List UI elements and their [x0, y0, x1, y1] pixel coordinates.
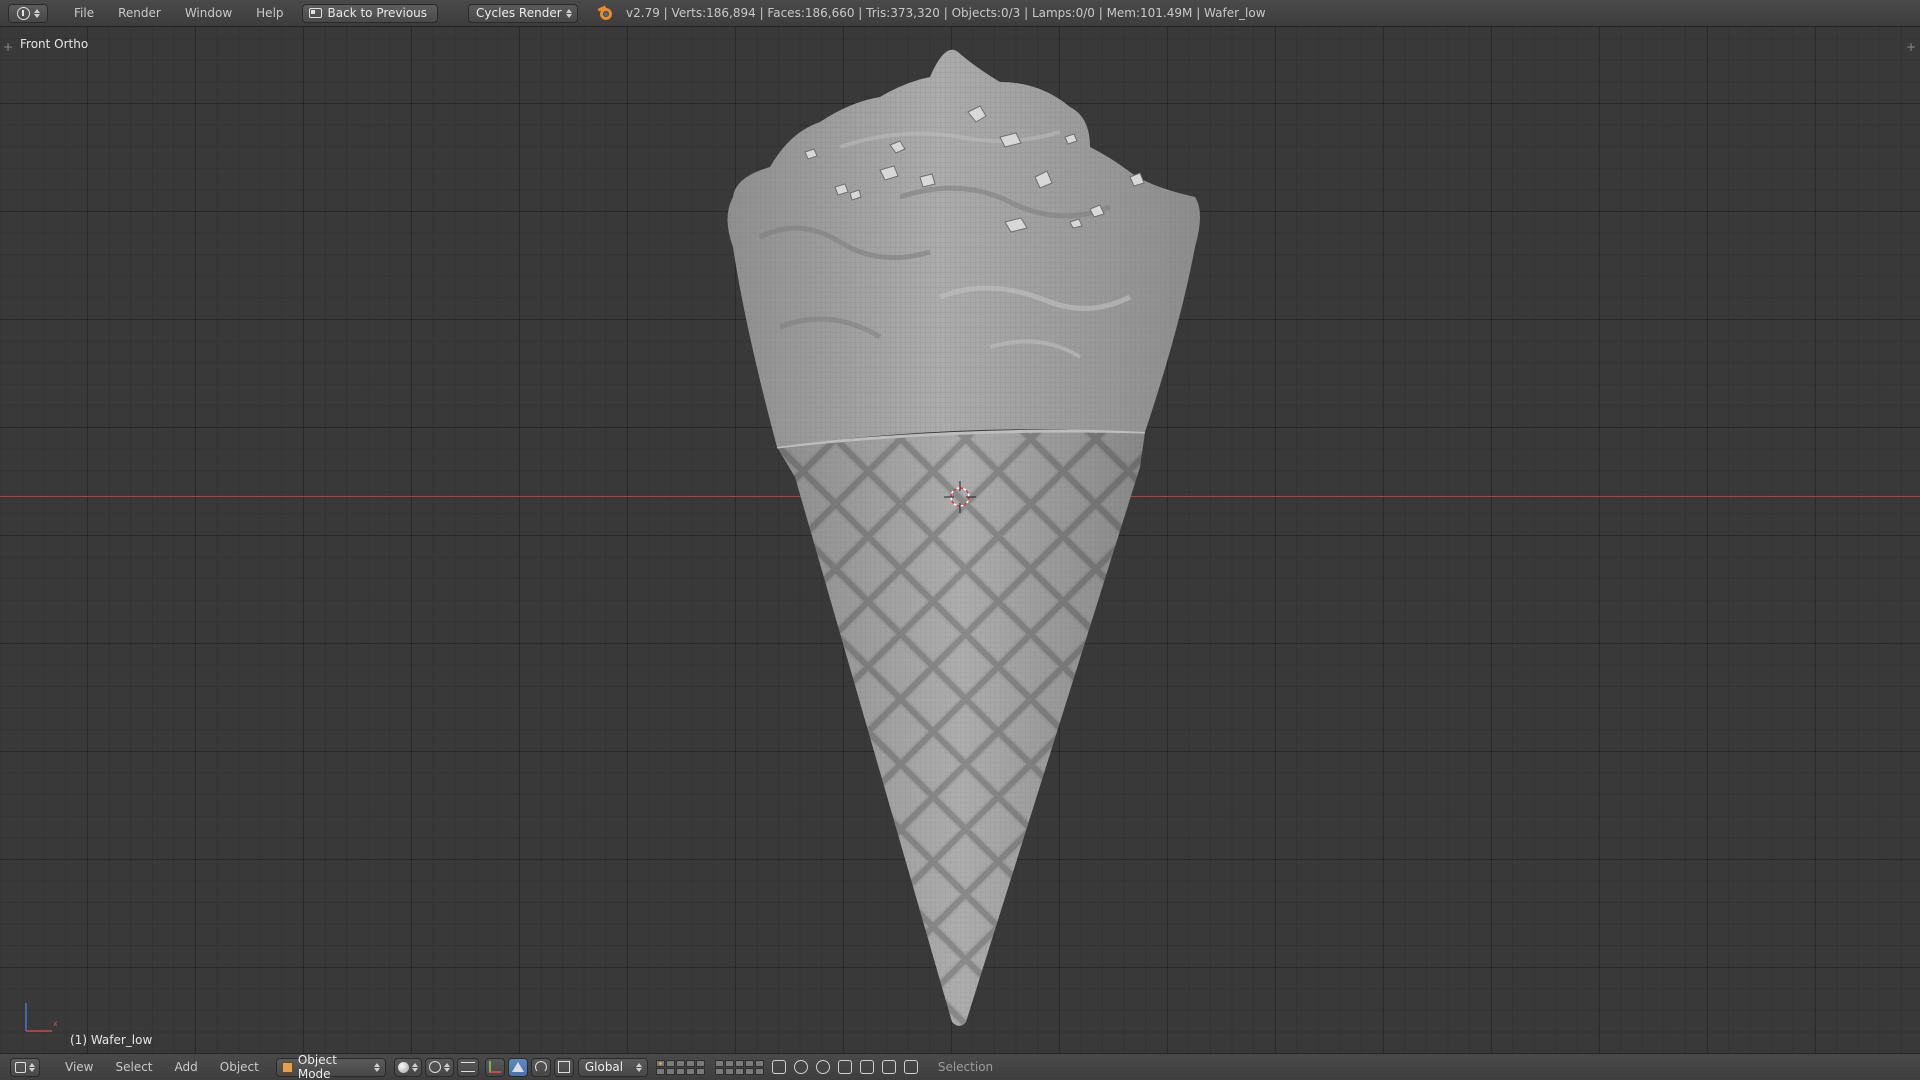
- info-header: File Render Window Help Back to Previous…: [0, 0, 1920, 27]
- pivot-point-select[interactable]: [424, 1057, 454, 1077]
- manipulator-icon: [488, 1061, 501, 1073]
- layer-block-1[interactable]: [655, 1059, 705, 1075]
- layer-buttons[interactable]: [655, 1059, 764, 1075]
- layer-block-2[interactable]: [714, 1059, 764, 1075]
- orientation-value: Global: [584, 1060, 624, 1074]
- rotate-icon: [534, 1061, 547, 1073]
- solid-shading-icon: [397, 1061, 409, 1073]
- viewport-shading-select[interactable]: [393, 1057, 422, 1077]
- manipulator-toggle[interactable]: [484, 1057, 505, 1077]
- lock-camera-icon[interactable]: [771, 1060, 786, 1074]
- view-menu-bar: View Select Add Object: [54, 1060, 270, 1074]
- updown-arrows-icon: [635, 1062, 642, 1072]
- render-engine-value: Cycles Render: [476, 6, 562, 20]
- updown-arrows-icon: [373, 1062, 380, 1072]
- scale-manipulator-button[interactable]: [553, 1057, 574, 1077]
- screen-back-icon: [308, 8, 322, 18]
- menu-render[interactable]: Render: [106, 6, 173, 20]
- updown-arrows-icon: [566, 8, 573, 18]
- menu-window[interactable]: Window: [173, 6, 244, 20]
- editor-type-selector[interactable]: [10, 1057, 40, 1077]
- interaction-mode-select[interactable]: Object Mode: [275, 1053, 386, 1080]
- menu-select[interactable]: Select: [104, 1060, 163, 1074]
- axis-gizmo-icon: x: [25, 1003, 58, 1032]
- pivot-icon: [428, 1061, 441, 1073]
- svg-text:x: x: [53, 1019, 58, 1028]
- main-menu: File Render Window Help: [62, 6, 296, 20]
- back-to-previous-label: Back to Previous: [327, 6, 428, 20]
- object-mode-icon: [281, 1061, 293, 1073]
- manipulate-center-icon: [460, 1062, 475, 1072]
- render-engine-select[interactable]: Cycles Render: [468, 3, 579, 23]
- scale-icon: [557, 1061, 570, 1073]
- menu-view[interactable]: View: [54, 1060, 104, 1074]
- opengl-render-icon[interactable]: [903, 1060, 918, 1074]
- snap-element-icon[interactable]: [837, 1060, 852, 1074]
- active-object-label: (1) Wafer_low: [70, 1033, 153, 1047]
- info-icon: [16, 6, 30, 20]
- rotate-manipulator-button[interactable]: [530, 1057, 551, 1077]
- manipulate-center-button[interactable]: [456, 1057, 479, 1077]
- menu-object[interactable]: Object: [209, 1060, 270, 1074]
- snap-target-icon[interactable]: [859, 1060, 874, 1074]
- updown-arrows-icon: [33, 8, 40, 18]
- ice-cream-model[interactable]: [0, 27, 1920, 1053]
- status-text: Selection: [937, 1060, 994, 1074]
- menu-add[interactable]: Add: [164, 1060, 209, 1074]
- scene-statistics: v2.79 | Verts:186,894 | Faces:186,660 | …: [626, 6, 1266, 20]
- mode-value: Object Mode: [297, 1053, 337, 1080]
- updown-arrows-icon: [443, 1062, 450, 1072]
- menu-file[interactable]: File: [62, 6, 106, 20]
- wafer-cone: [776, 429, 1146, 1026]
- 3d-view-header: View Select Add Object Object Mode Globa…: [0, 1053, 1920, 1080]
- transform-orientation-select[interactable]: Global: [577, 1057, 648, 1077]
- updown-arrows-icon: [411, 1062, 418, 1072]
- proportional-edit-icon[interactable]: [793, 1060, 808, 1074]
- translate-icon: [511, 1062, 524, 1072]
- 3d-viewport[interactable]: Front Ortho + + x (1) Wafer_low: [0, 27, 1920, 1053]
- translate-manipulator-button[interactable]: [507, 1057, 528, 1077]
- updown-arrows-icon: [29, 1062, 35, 1072]
- blender-logo-icon: [597, 5, 614, 21]
- 3d-cursor-icon[interactable]: [944, 481, 976, 513]
- ice-cream-scoop: [727, 49, 1200, 448]
- render-preview-icon[interactable]: [881, 1060, 896, 1074]
- menu-help[interactable]: Help: [244, 6, 295, 20]
- 3d-view-icon: [15, 1061, 26, 1073]
- snap-toggle-icon[interactable]: [815, 1060, 830, 1074]
- back-to-previous-button[interactable]: Back to Previous: [301, 3, 439, 23]
- editor-type-selector[interactable]: [8, 3, 48, 23]
